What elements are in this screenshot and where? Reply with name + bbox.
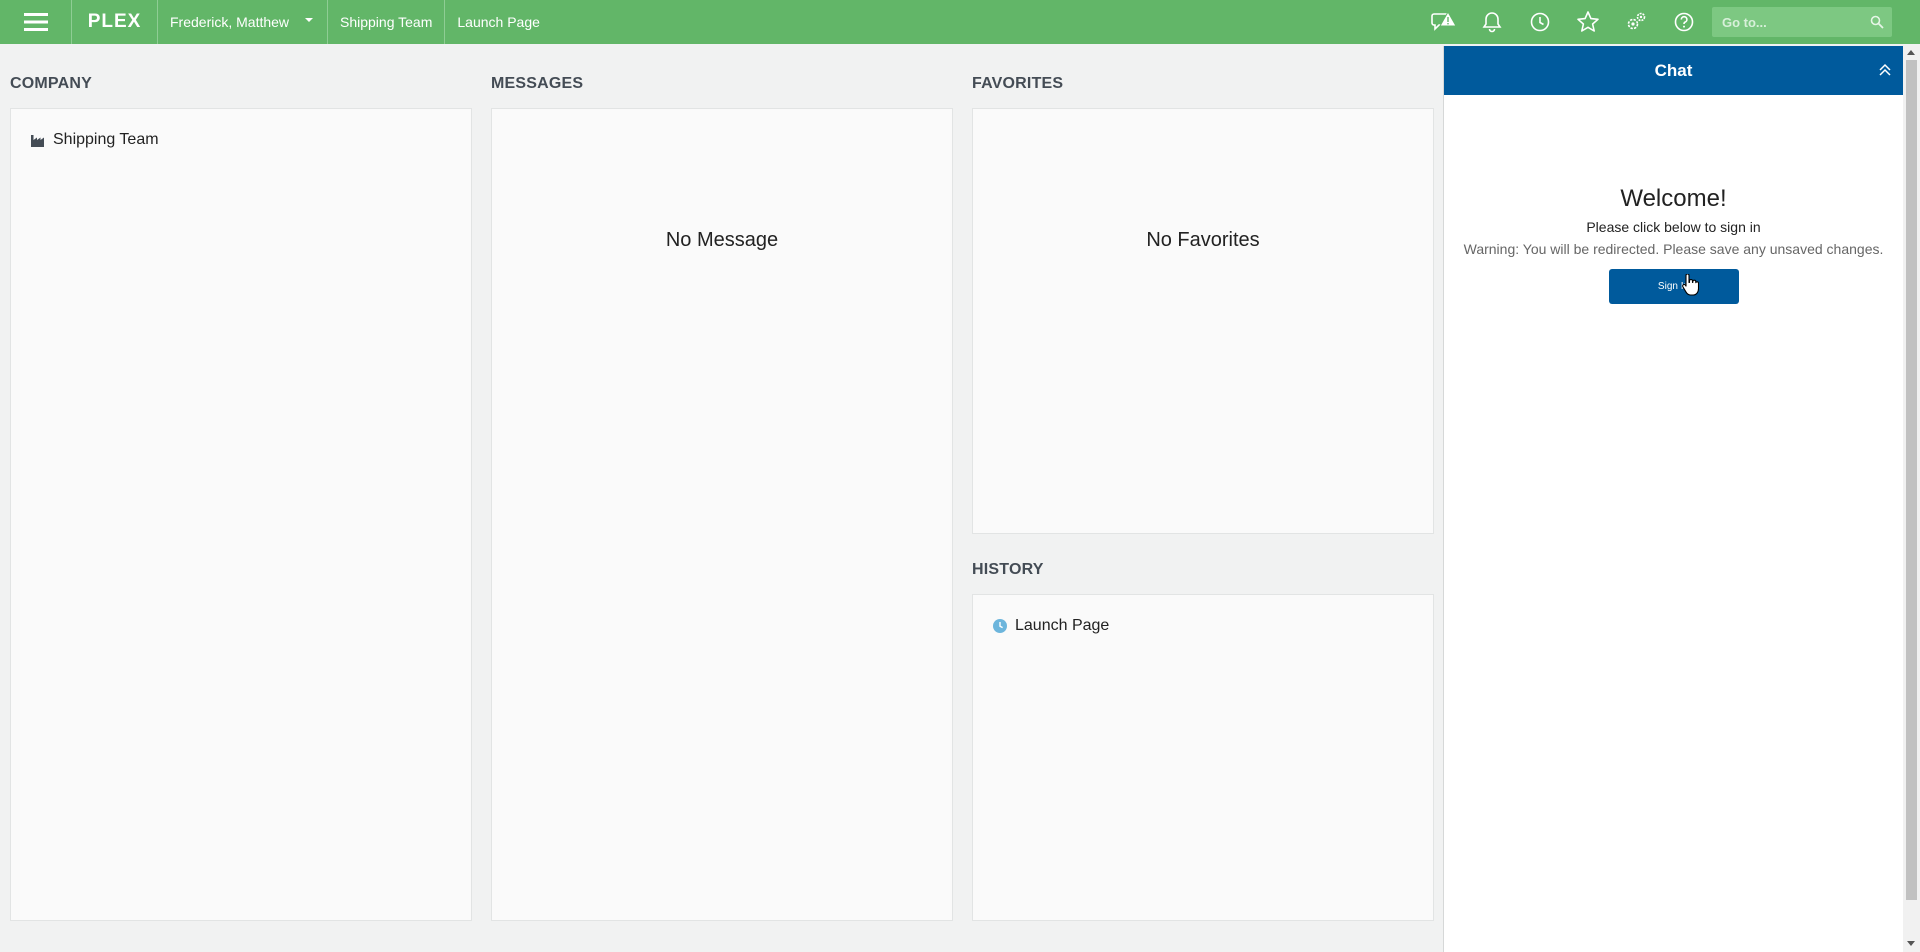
plex-logo[interactable]: PLEX (72, 0, 158, 44)
chat-title: Chat (1654, 60, 1693, 80)
hand-cursor-icon (1681, 273, 1700, 301)
history-item-launch-page[interactable]: Launch Page (993, 617, 1109, 635)
settings-button[interactable] (1612, 0, 1660, 44)
chat-instruction: Please click below to sign in (1586, 219, 1761, 235)
gears-icon (1627, 12, 1646, 30)
alerts-button[interactable] (1420, 0, 1468, 44)
help-button[interactable] (1660, 0, 1708, 44)
history-title: HISTORY (972, 561, 1044, 578)
favorites-button[interactable] (1564, 0, 1612, 44)
messages-empty-text: No Message (665, 229, 779, 251)
chat-warning: Warning: You will be redirected. Please … (1463, 241, 1884, 257)
page-scrollbar[interactable] (1903, 46, 1920, 952)
company-panel: Shipping Team (10, 108, 472, 921)
clock-icon (993, 619, 1007, 633)
goto-search-box[interactable] (1712, 7, 1892, 37)
user-name: Frederick, Matthew (170, 14, 290, 30)
goto-search-input[interactable] (1722, 14, 1862, 30)
top-bar: PLEX Frederick, Matthew Shipping Team La… (0, 0, 1920, 44)
history-button[interactable] (1516, 0, 1564, 44)
chat-panel: Chat Welcome! Please click below to sign… (1443, 46, 1903, 952)
double-chevron-up-icon (1879, 63, 1891, 76)
favorites-empty-text: No Favorites (1146, 229, 1260, 251)
company-item-shipping-team[interactable]: Shipping Team (31, 131, 159, 149)
history-panel: Launch Page (972, 594, 1434, 921)
scrollbar-thumb[interactable] (1906, 60, 1917, 900)
hamburger-icon (23, 13, 48, 31)
scroll-up-arrow-icon[interactable] (1907, 50, 1915, 55)
user-menu[interactable]: Frederick, Matthew (158, 0, 328, 44)
alert-icon (1431, 10, 1457, 31)
company-title: COMPANY (10, 75, 92, 92)
sign-in-button[interactable]: Sign In (1608, 269, 1739, 304)
favorites-title: FAVORITES (972, 75, 1064, 92)
chat-header: Chat (1444, 46, 1903, 95)
favorites-panel: No Favorites (972, 108, 1434, 534)
notifications-button[interactable] (1468, 0, 1516, 44)
chat-body: Welcome! Please click below to sign in W… (1444, 95, 1903, 304)
hamburger-menu-button[interactable] (0, 0, 72, 44)
factory-icon (31, 134, 45, 147)
chevron-down-icon (305, 18, 313, 22)
history-item-label: Launch Page (1015, 617, 1110, 634)
messages-title: MESSAGES (491, 75, 584, 92)
help-icon (1674, 12, 1694, 32)
chat-welcome-heading: Welcome! (1620, 185, 1727, 212)
scroll-down-arrow-icon[interactable] (1907, 941, 1915, 946)
breadcrumb-launch-page[interactable]: Launch Page (445, 0, 552, 44)
bell-icon (1482, 12, 1502, 33)
search-icon[interactable] (1870, 15, 1884, 29)
company-item-label: Shipping Team (53, 131, 159, 148)
breadcrumb-shipping-team[interactable]: Shipping Team (328, 0, 446, 44)
collapse-chat-button[interactable] (1879, 62, 1891, 82)
messages-panel: No Message (491, 108, 953, 921)
clock-icon (1530, 12, 1550, 32)
star-icon (1577, 11, 1599, 32)
